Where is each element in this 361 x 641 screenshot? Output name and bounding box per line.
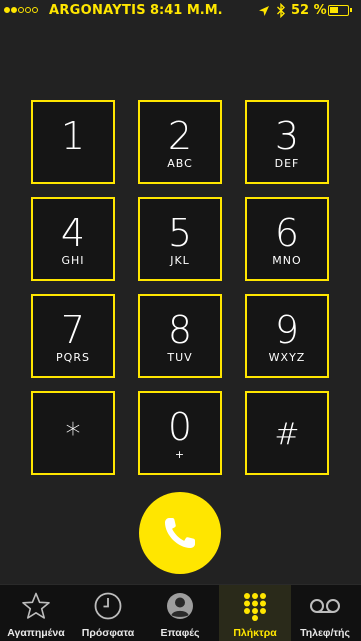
key-letters: JKL <box>170 254 190 267</box>
key-letters: PQRS <box>56 351 90 364</box>
key-letters: DEF <box>274 157 300 170</box>
key-digit: # <box>274 417 300 452</box>
signal-dot <box>32 7 38 13</box>
voicemail-icon <box>310 599 340 613</box>
key-digit: 8 <box>167 308 193 352</box>
tab-label: Πλήκτρα <box>233 627 277 639</box>
key-hash[interactable]: # <box>245 391 329 475</box>
key-digit: 6 <box>274 211 300 255</box>
key-star[interactable]: * <box>31 391 115 475</box>
key-letters: + <box>174 448 186 461</box>
key-letters: TUV <box>167 351 193 364</box>
key-letters: MNO <box>272 254 302 267</box>
tab-label: Πρόσφατα <box>81 627 135 639</box>
key-9[interactable]: 9 WXYZ <box>245 294 329 378</box>
signal-strength-icon <box>4 7 38 13</box>
key-letters: GHI <box>61 254 85 267</box>
key-digit: 5 <box>167 211 193 255</box>
tab-label: Αγαπημένα <box>7 627 65 639</box>
key-digit: 0 <box>167 405 193 449</box>
signal-dot <box>18 7 24 13</box>
key-digit: 9 <box>274 308 300 352</box>
tab-contacts[interactable]: Επαφές <box>144 585 216 641</box>
key-digit: 7 <box>60 308 86 352</box>
keypad-icon <box>244 593 266 621</box>
key-digit: 1 <box>60 114 86 158</box>
battery-icon <box>328 5 352 16</box>
call-button[interactable] <box>139 492 221 574</box>
tab-voicemail[interactable]: Τηλεφ/τής <box>289 585 361 641</box>
contacts-icon <box>167 593 193 619</box>
tab-keypad[interactable]: Πλήκτρα <box>219 585 291 641</box>
key-7[interactable]: 7 PQRS <box>31 294 115 378</box>
key-6[interactable]: 6 MNO <box>245 197 329 281</box>
key-3[interactable]: 3 DEF <box>245 100 329 184</box>
key-letters: ABC <box>167 157 193 170</box>
bluetooth-icon <box>277 3 285 18</box>
tab-bar: Αγαπημένα Πρόσφατα Επαφές Πλήκτρα Τηλεφ/… <box>0 584 361 641</box>
signal-dot <box>25 7 31 13</box>
phone-icon <box>165 518 195 548</box>
status-time: 8:41 Μ.Μ. <box>150 3 223 18</box>
tab-recents[interactable]: Πρόσφατα <box>72 585 144 641</box>
tab-label: Επαφές <box>160 627 200 639</box>
key-5[interactable]: 5 JKL <box>138 197 222 281</box>
key-digit: * <box>65 417 81 452</box>
status-bar: ARGONAYTIS 8:41 Μ.Μ. 52 % <box>0 0 361 22</box>
signal-dot <box>4 7 10 13</box>
location-arrow-icon <box>259 6 269 16</box>
key-2[interactable]: 2 ABC <box>138 100 222 184</box>
key-digit: 2 <box>167 114 193 158</box>
key-4[interactable]: 4 GHI <box>31 197 115 281</box>
key-letters: WXYZ <box>268 351 306 364</box>
tab-label: Τηλεφ/τής <box>300 627 350 639</box>
signal-dot <box>11 7 17 13</box>
key-0[interactable]: 0 + <box>138 391 222 475</box>
star-icon <box>22 592 50 619</box>
clock-icon <box>94 592 122 620</box>
key-1[interactable]: 1 <box>31 100 115 184</box>
battery-percentage: 52 % <box>291 3 327 18</box>
key-digit: 3 <box>274 114 300 158</box>
key-8[interactable]: 8 TUV <box>138 294 222 378</box>
carrier-name: ARGONAYTIS <box>49 3 146 18</box>
key-digit: 4 <box>60 211 86 255</box>
tab-favorites[interactable]: Αγαπημένα <box>0 585 72 641</box>
battery-level <box>330 7 339 13</box>
